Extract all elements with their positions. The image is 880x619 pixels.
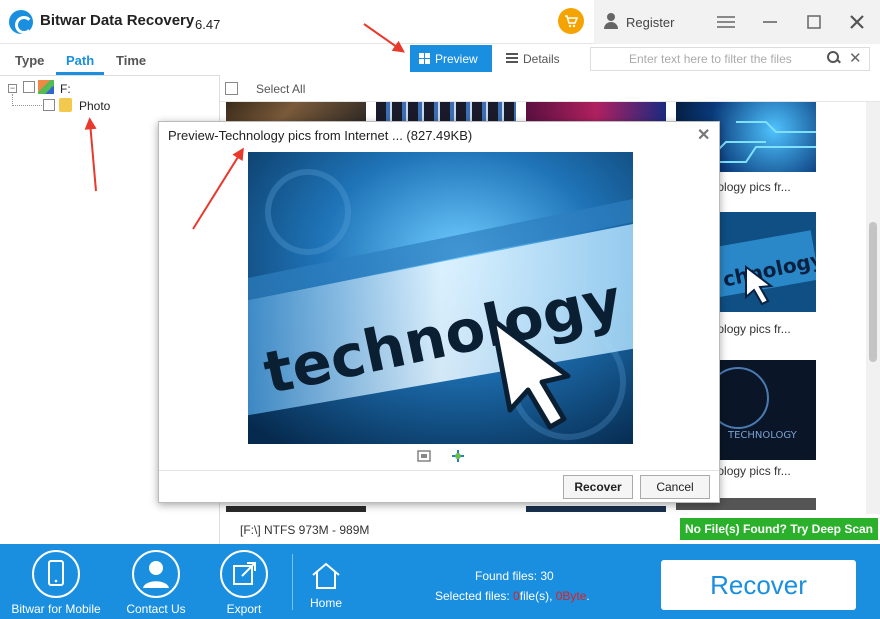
minimize-icon[interactable] bbox=[758, 10, 782, 34]
file-thumbnail[interactable] bbox=[526, 506, 666, 512]
export-icon bbox=[220, 550, 268, 598]
dialog-divider bbox=[159, 470, 719, 471]
recover-button[interactable]: Recover bbox=[661, 560, 856, 610]
export-button[interactable]: Export bbox=[204, 550, 284, 616]
tree-collapse-toggle[interactable]: − bbox=[8, 84, 17, 93]
bitwar-mobile-button[interactable]: Bitwar for Mobile bbox=[11, 550, 101, 616]
folder-checkbox[interactable] bbox=[43, 99, 55, 111]
tab-path[interactable]: Path bbox=[66, 53, 94, 68]
selected-files: Selected files: 0file(s), 0Byte. bbox=[435, 589, 590, 603]
filter-input[interactable]: Enter text here to filter the files bbox=[629, 52, 792, 66]
dialog-recover-button[interactable]: Recover bbox=[563, 475, 633, 499]
contact-label: Contact Us bbox=[126, 602, 186, 616]
app-version: 6.47 bbox=[195, 17, 221, 32]
register-button[interactable]: Register bbox=[626, 15, 674, 30]
menu-icon[interactable] bbox=[714, 10, 738, 34]
filter-box[interactable]: Enter text here to filter the files ✕ bbox=[590, 47, 870, 71]
close-icon[interactable] bbox=[845, 10, 869, 34]
title-bar: Bitwar Data Recovery 6.47 Register bbox=[0, 0, 880, 44]
preview-label: Preview bbox=[435, 52, 478, 66]
search-icon[interactable] bbox=[827, 51, 841, 65]
scrollbar[interactable] bbox=[866, 102, 880, 514]
drive-checkbox[interactable] bbox=[23, 81, 35, 93]
view-tabs: Type Path Time bbox=[0, 44, 220, 76]
selected-size: 0Byte bbox=[555, 589, 587, 603]
dialog-cancel-button[interactable]: Cancel bbox=[640, 475, 710, 499]
fit-screen-icon[interactable] bbox=[417, 449, 431, 463]
actual-size-icon[interactable] bbox=[451, 449, 465, 463]
contact-us-button[interactable]: Contact Us bbox=[116, 550, 196, 616]
bottom-bar: Bitwar for Mobile Contact Us Export Home… bbox=[0, 544, 880, 619]
preview-dialog: Preview-Technology pics from Internet ..… bbox=[158, 121, 720, 503]
dialog-close-icon[interactable]: ✕ bbox=[697, 125, 710, 145]
drive-label[interactable]: F: bbox=[60, 82, 71, 96]
app-logo-icon bbox=[9, 10, 33, 34]
clear-icon[interactable]: ✕ bbox=[849, 49, 862, 67]
preview-view-button[interactable]: Preview bbox=[410, 45, 492, 72]
active-tab-indicator bbox=[56, 72, 104, 75]
maximize-icon[interactable] bbox=[802, 10, 826, 34]
contact-icon bbox=[132, 550, 180, 598]
mobile-label: Bitwar for Mobile bbox=[11, 602, 101, 616]
list-icon bbox=[506, 53, 518, 63]
deep-scan-button[interactable]: No File(s) Found? Try Deep Scan bbox=[680, 518, 878, 540]
file-thumbnail[interactable] bbox=[226, 506, 366, 512]
select-all-checkbox[interactable] bbox=[225, 82, 238, 95]
details-label: Details bbox=[523, 52, 560, 66]
user-icon bbox=[604, 13, 618, 29]
tab-time[interactable]: Time bbox=[116, 53, 146, 68]
home-label: Home bbox=[309, 596, 342, 610]
home-icon bbox=[310, 562, 342, 593]
select-all-label[interactable]: Select All bbox=[256, 82, 305, 96]
details-view-button[interactable]: Details bbox=[498, 45, 578, 72]
grid-icon bbox=[419, 53, 430, 64]
selected-mid: file(s), bbox=[519, 589, 556, 603]
select-all-row: Select All bbox=[220, 76, 880, 102]
tab-type[interactable]: Type bbox=[15, 53, 44, 68]
app-title: Bitwar Data Recovery bbox=[40, 12, 195, 29]
dialog-title: Preview-Technology pics from Internet ..… bbox=[168, 128, 473, 143]
preview-image: technology bbox=[248, 152, 633, 444]
partition-info: [F:\] NTFS 973M - 989M bbox=[240, 523, 370, 537]
selected-count: 0 bbox=[513, 589, 520, 603]
home-button[interactable]: Home bbox=[286, 550, 366, 616]
tree-line bbox=[12, 105, 42, 106]
selected-suffix: . bbox=[586, 589, 590, 603]
selected-prefix: Selected files: bbox=[435, 589, 514, 603]
cart-icon[interactable] bbox=[558, 8, 584, 34]
thumb-text: TECHNOLOGY bbox=[727, 430, 798, 441]
folder-label[interactable]: Photo bbox=[79, 99, 110, 113]
found-files: Found files: 30 bbox=[475, 569, 554, 583]
drive-icon bbox=[38, 80, 54, 94]
scrollbar-thumb[interactable] bbox=[869, 222, 877, 362]
folder-icon bbox=[59, 98, 72, 112]
mobile-icon bbox=[32, 550, 80, 598]
